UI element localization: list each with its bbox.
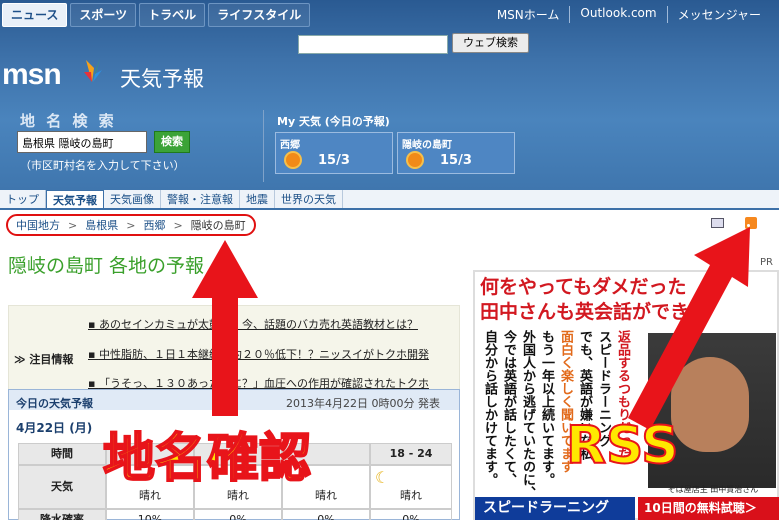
forecast-row-label: 降水確率	[18, 509, 106, 520]
ad-copy-column: 外国人から逃げていたのに、	[520, 330, 535, 499]
my-weather-card-temps: 15/3	[440, 153, 472, 168]
forecast-day: 4月22日 (月)	[16, 421, 93, 435]
forecast-rain-cell: 0%	[194, 509, 282, 520]
breadcrumb-item[interactable]: 中国地方	[16, 217, 60, 233]
forecast-issued: 2013年4月22日 0時00分 発表	[286, 397, 440, 410]
link-outlook[interactable]: Outlook.com	[569, 6, 666, 23]
news-link-text: 中性脂肪、１日１本継続で約２０％低下！？ニッスイがトクホ開発	[98, 348, 429, 361]
forecast-row-label: 天気	[18, 465, 106, 509]
my-weather-card[interactable]: 隠岐の島町 15/3	[397, 132, 515, 174]
tab-sports[interactable]: スポーツ	[70, 3, 137, 27]
subnav-world[interactable]: 世界の天気	[275, 190, 343, 208]
subnav-images[interactable]: 天気画像	[104, 190, 161, 208]
place-search-button[interactable]: 検索	[154, 131, 190, 153]
tab-news[interactable]: ニュース	[2, 3, 68, 27]
place-search-input[interactable]: 島根県 隠岐の島町	[17, 131, 147, 153]
tab-travel[interactable]: トラベル	[139, 3, 206, 27]
breadcrumb: 中国地方 > 島根県 > 西郷 > 隠岐の島町	[6, 214, 256, 236]
forecast-title: 今日の天気予報	[16, 397, 93, 410]
sunny-icon	[408, 153, 422, 167]
ad-copy-column: もう一年以上続いてます。	[539, 330, 554, 486]
breadcrumb-item[interactable]: 島根県	[85, 217, 118, 233]
subnav-forecast[interactable]: 天気予報	[46, 190, 104, 208]
breadcrumb-separator: >	[68, 218, 78, 232]
news-label-text: 注目情報	[29, 353, 74, 366]
my-weather-title: My 天気 (今日の予報)	[277, 115, 390, 128]
arrow-to-breadcrumb	[192, 240, 258, 416]
sub-nav: トップ 天気予報 天気画像 警報・注意報 地震 世界の天気	[0, 190, 779, 210]
butterfly-icon	[84, 58, 102, 82]
header-divider	[263, 110, 264, 182]
top-links: MSNホーム Outlook.com メッセンジャー	[487, 6, 771, 23]
ad-copy-column: 自分から話しかけてます。	[482, 330, 497, 486]
annotation-place-confirm: 地名確認	[102, 428, 312, 490]
subnav-top[interactable]: トップ	[0, 190, 46, 208]
breadcrumb-separator: >	[173, 218, 183, 232]
link-msn-home[interactable]: MSNホーム	[487, 6, 570, 23]
arrow-to-rss	[628, 227, 750, 430]
web-search-input[interactable]	[298, 35, 448, 54]
moon-icon: ☾	[375, 468, 390, 487]
weather-title: 天気予報	[120, 67, 204, 91]
ad-copy-column: 今では英語が話したくて、	[501, 330, 516, 486]
ad-trial-button[interactable]: 10日間の無料試聴＞	[638, 497, 779, 520]
ad-brand-bar[interactable]: スピードラーニング	[475, 497, 635, 520]
page-title: 隠岐の島町 各地の予報	[8, 255, 205, 277]
forecast-header-cell: 18 - 24	[370, 443, 452, 465]
breadcrumb-separator: >	[126, 218, 136, 232]
forecast-rain-cell: 0%	[370, 509, 452, 520]
place-search-label: 地 名 検 索	[20, 112, 117, 130]
breadcrumb-item[interactable]: 西郷	[143, 217, 165, 233]
subnav-warnings[interactable]: 警報・注意報	[161, 190, 240, 208]
web-search-button[interactable]: ウェブ検索	[452, 33, 529, 53]
subnav-earthquake[interactable]: 地震	[240, 190, 275, 208]
place-search-hint: （市区町村名を入力して下さい）	[20, 159, 185, 172]
breadcrumb-current: 隠岐の島町	[190, 219, 246, 232]
forecast-header-cell: 時間	[18, 443, 106, 465]
my-weather-card-temps: 15/3	[318, 153, 350, 168]
link-messenger[interactable]: メッセンジャー	[666, 6, 771, 23]
my-weather-card-name: 西郷	[280, 140, 300, 151]
tab-lifestyle[interactable]: ライフスタイル	[208, 3, 311, 27]
my-weather-card-name: 隠岐の島町	[402, 140, 452, 151]
sunny-icon	[286, 153, 300, 167]
annotation-rss: RSS	[565, 415, 680, 477]
top-tabs: ニュース スポーツ トラベル ライフスタイル	[2, 3, 311, 27]
forecast-rain-cell: 0%	[282, 509, 370, 520]
ad-caption: そば屋店主 田中賢治さん	[667, 485, 759, 494]
msn-logo[interactable]: msn	[2, 58, 62, 92]
news-label: ≫ 注目情報	[14, 353, 74, 366]
my-weather-card[interactable]: 西郷 15/3	[275, 132, 393, 174]
pr-label: PR	[760, 257, 773, 268]
forecast-rain-cell: 10%	[106, 509, 194, 520]
